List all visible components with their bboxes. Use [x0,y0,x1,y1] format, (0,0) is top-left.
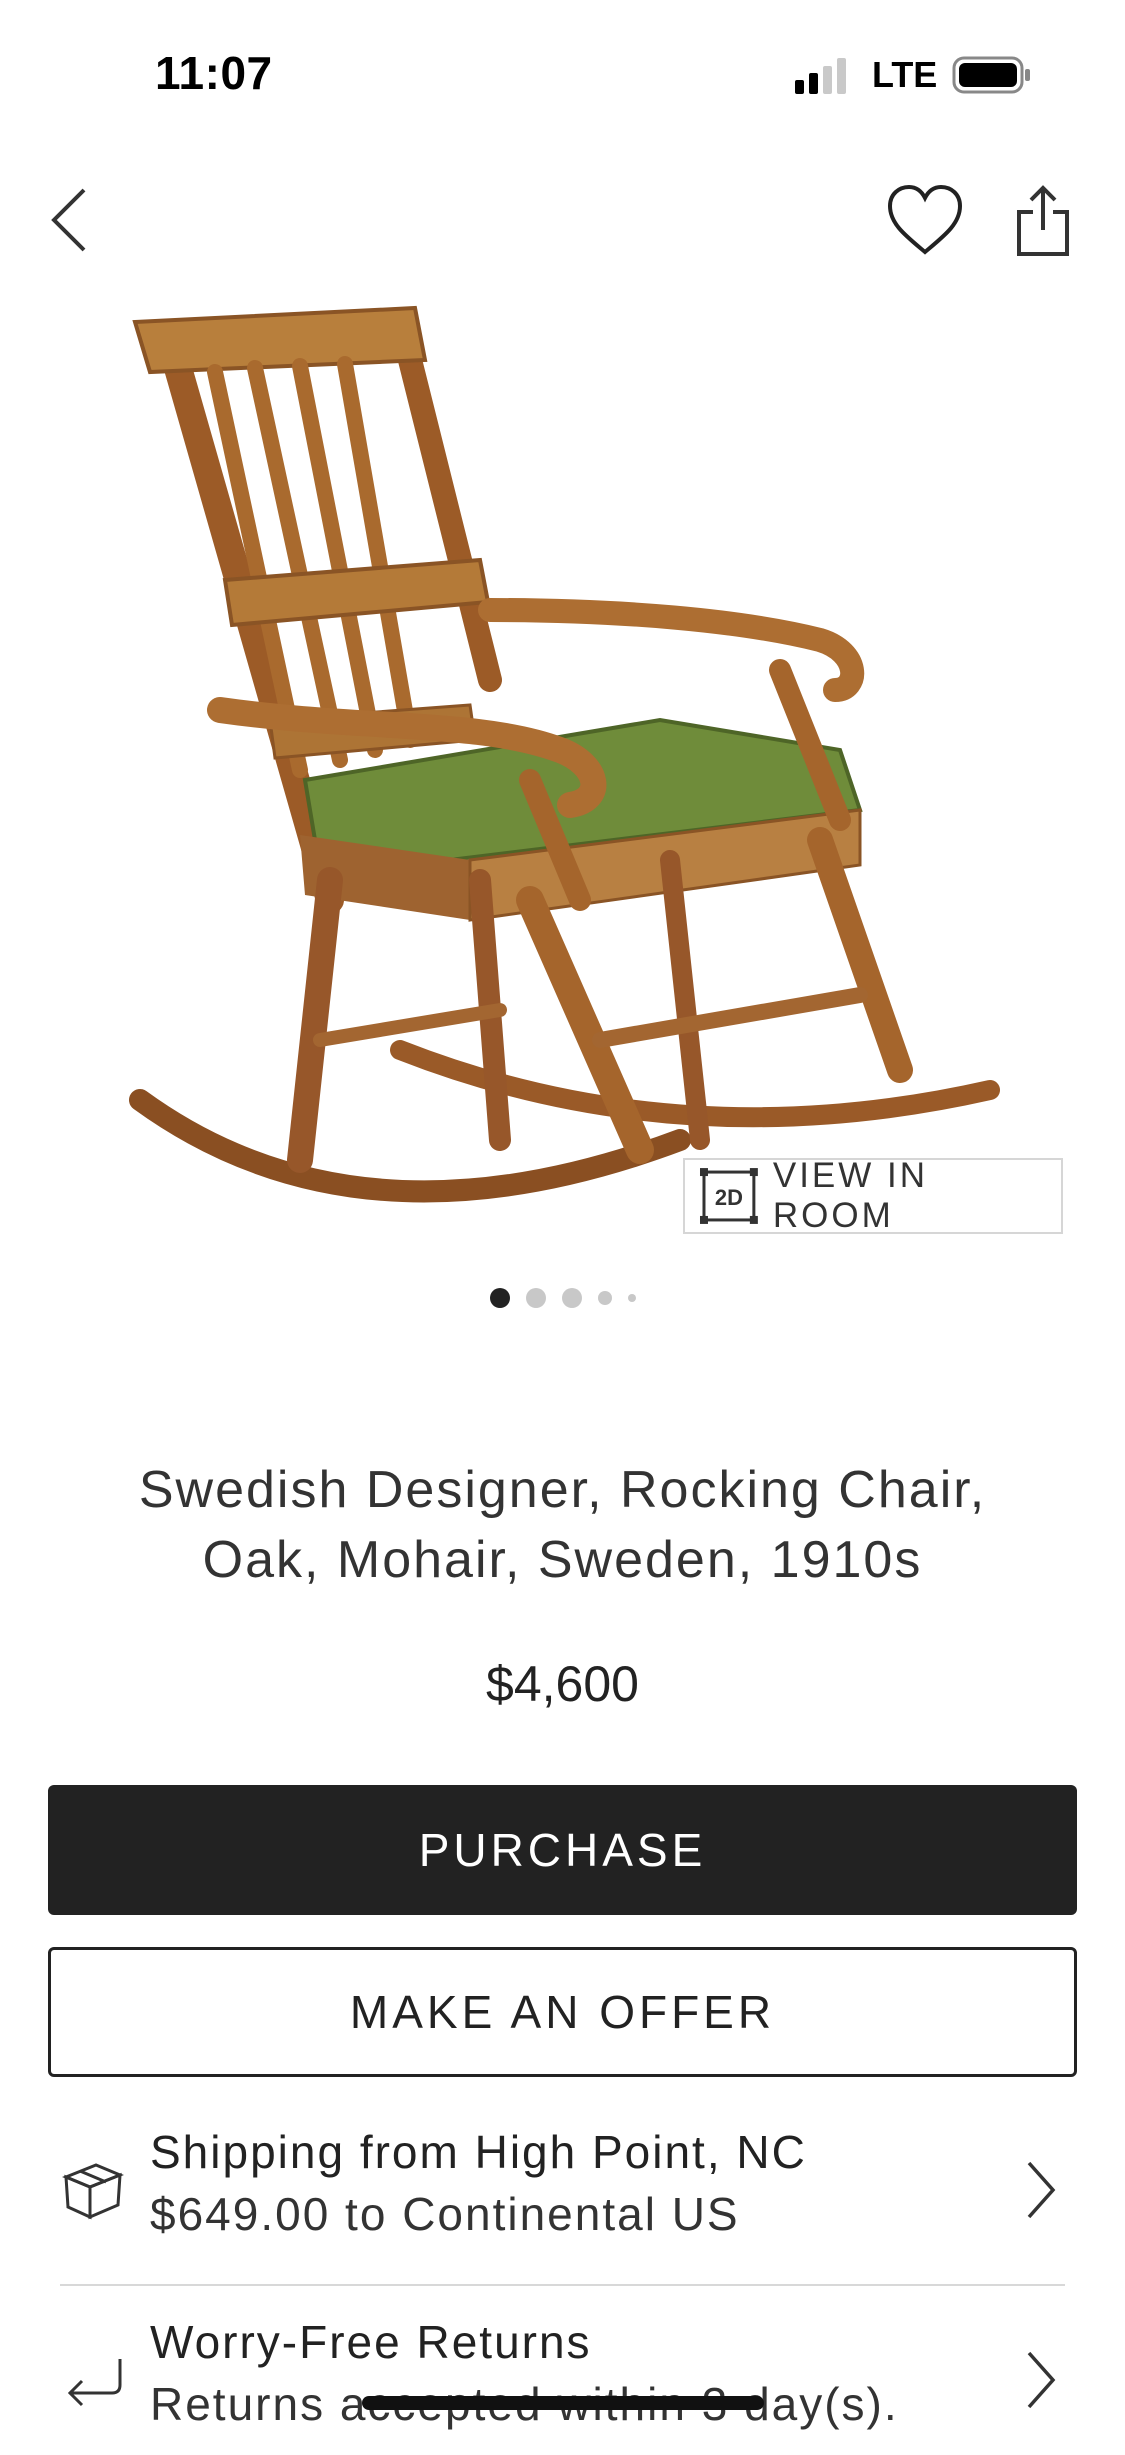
shipping-detail: $649.00 to Continental US [150,2188,740,2240]
share-icon [1016,185,1069,256]
return-arrow-icon [67,2359,122,2407]
shipping-title: Shipping from High Point, NC [150,2126,807,2178]
chevron-right-icon [1027,2161,1056,2219]
product-price: $4,600 [486,1656,639,1712]
returns-row[interactable]: Worry-Free Returns Returns accepted with… [48,2305,1077,2455]
view-in-room-label: VIEW IN ROOM [772,1156,929,1235]
heart-icon [887,184,963,255]
product-title-line2: Oak, Mohair, Sweden, 1910s [202,1531,923,1589]
shipping-row[interactable]: Shipping from High Point, NC $649.00 to … [48,2115,1077,2265]
page-dot[interactable] [597,1291,612,1305]
share-button[interactable] [1005,175,1080,265]
product-title-line1: Swedish Designer, Rocking Chair, [138,1461,987,1519]
product-image[interactable] [60,280,1060,1240]
product-title: Swedish Designer, Rocking Chair, Oak, Mo… [60,1455,1065,1595]
box-icon [62,2163,124,2220]
page-dot[interactable] [561,1288,582,1308]
battery-icon [952,56,1030,94]
purchase-button[interactable]: PURCHASE [48,1785,1077,1915]
chevron-right-icon [1027,2351,1056,2409]
network-label: LTE [872,54,938,95]
page-dot[interactable] [627,1294,636,1302]
chevron-left-icon [51,188,86,252]
page-dot-active[interactable] [489,1288,510,1308]
row-divider [60,2284,1065,2286]
page-dot[interactable] [525,1288,546,1308]
signal-icon [795,58,846,94]
make-offer-button[interactable]: MAKE AN OFFER [48,1947,1077,2077]
home-indicator[interactable] [362,2396,764,2410]
returns-title: Worry-Free Returns [150,2316,592,2368]
view-in-room-button[interactable]: 2D VIEW IN ROOM [683,1156,1063,1235]
rocking-chair-image [129,305,1000,1203]
back-button[interactable] [40,180,100,260]
2d-view-icon: 2D [699,1168,758,1224]
view-badge-text: 2D [715,1185,743,1210]
status-time: 11:07 [155,47,273,99]
image-pagination [0,1288,1125,1308]
favorite-button[interactable] [880,175,970,265]
